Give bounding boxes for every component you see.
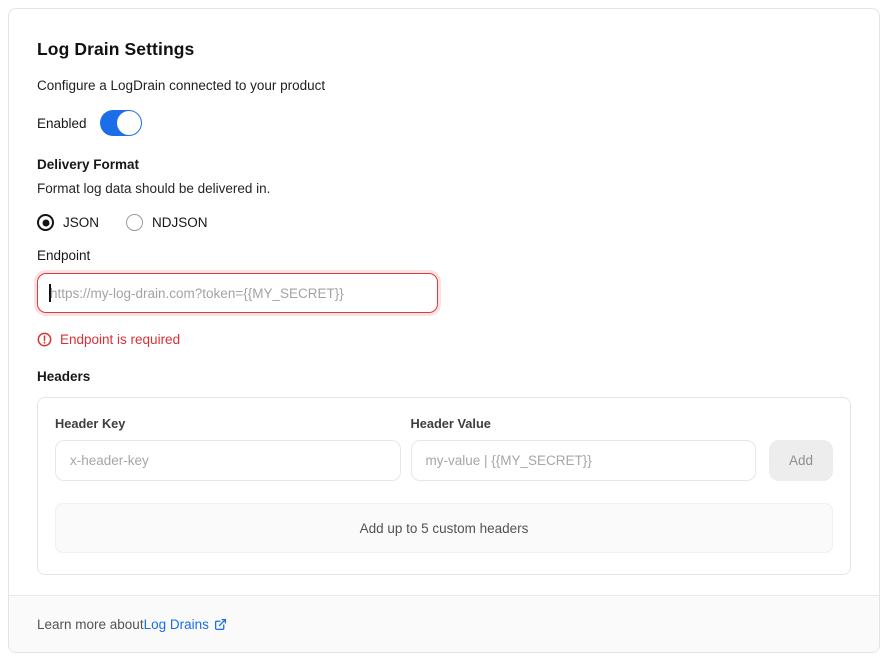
endpoint-error: Endpoint is required	[37, 332, 851, 347]
headers-input-row: Header Key Header Value Add	[55, 416, 833, 481]
card-footer: Learn more aboutLog Drains	[9, 595, 879, 652]
external-link-icon	[214, 618, 227, 631]
radio-option-label: NDJSON	[152, 215, 208, 230]
header-value-label: Header Value	[411, 416, 757, 431]
radio-option-label: JSON	[63, 215, 99, 230]
headers-note: Add up to 5 custom headers	[55, 503, 833, 553]
header-key-input[interactable]	[55, 440, 401, 481]
header-value-column: Header Value	[411, 416, 757, 481]
delivery-format-description: Format log data should be delivered in.	[37, 181, 851, 196]
radio-option-json[interactable]: JSON	[37, 214, 99, 231]
alert-circle-icon	[37, 332, 52, 347]
toggle-knob	[117, 111, 141, 135]
page-subtitle: Configure a LogDrain connected to your p…	[37, 78, 851, 93]
enabled-label: Enabled	[37, 116, 87, 131]
endpoint-input[interactable]	[37, 273, 438, 313]
endpoint-field-wrap	[37, 273, 438, 313]
endpoint-label: Endpoint	[37, 248, 851, 263]
radio-option-ndjson[interactable]: NDJSON	[126, 214, 208, 231]
text-caret	[49, 284, 51, 302]
page-title: Log Drain Settings	[37, 39, 851, 60]
header-key-column: Header Key	[55, 416, 401, 481]
enabled-row: Enabled	[37, 110, 851, 136]
header-value-input[interactable]	[411, 440, 757, 481]
log-drain-settings-card: Log Drain Settings Configure a LogDrain …	[8, 8, 880, 653]
enabled-toggle[interactable]	[100, 110, 142, 136]
delivery-format-radio-group: JSON NDJSON	[37, 214, 851, 231]
card-main: Log Drain Settings Configure a LogDrain …	[9, 9, 879, 595]
headers-label: Headers	[37, 369, 851, 384]
delivery-format-label: Delivery Format	[37, 157, 851, 172]
header-key-label: Header Key	[55, 416, 401, 431]
add-header-button[interactable]: Add	[769, 440, 833, 481]
headers-box: Header Key Header Value Add Add up to 5 …	[37, 397, 851, 575]
radio-unselected-icon	[126, 214, 143, 231]
log-drains-link-label: Log Drains	[144, 617, 209, 632]
radio-selected-icon	[37, 214, 54, 231]
endpoint-error-text: Endpoint is required	[60, 332, 180, 347]
log-drains-link[interactable]: Log Drains	[144, 617, 227, 632]
footer-text: Learn more about	[37, 617, 144, 632]
